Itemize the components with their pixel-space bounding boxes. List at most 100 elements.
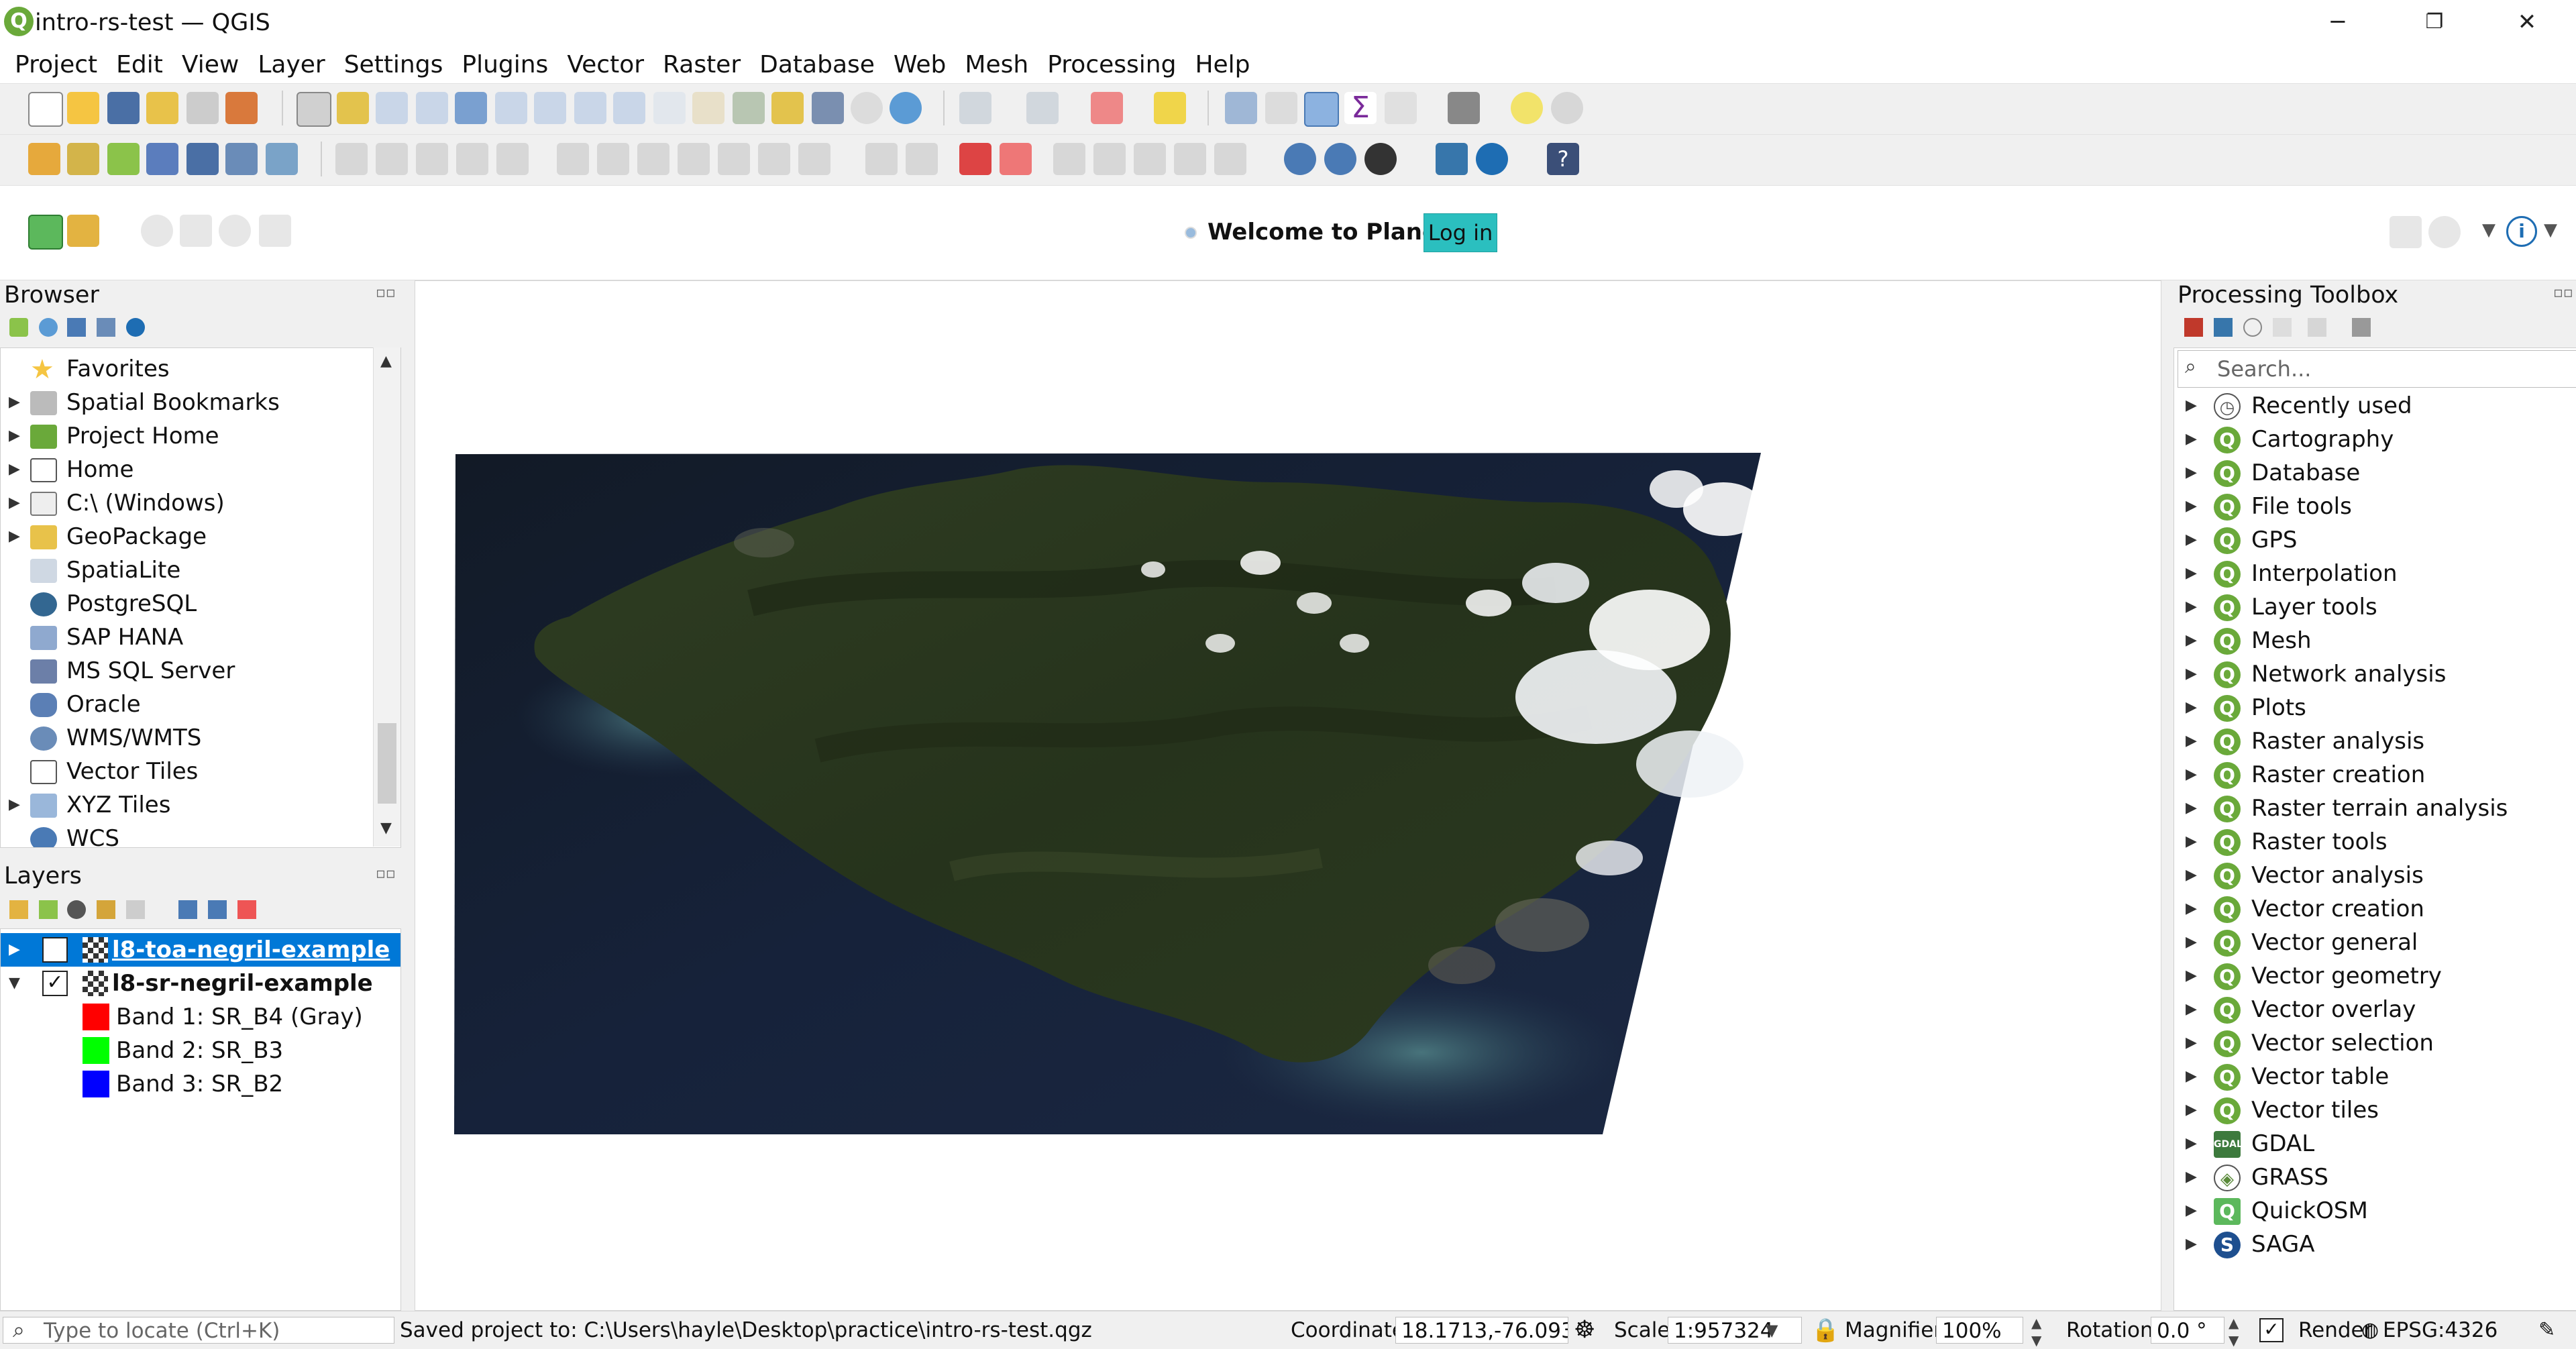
zoom-next-icon[interactable] (653, 92, 686, 124)
add-wms-icon[interactable] (186, 143, 219, 175)
vertex-tool-icon[interactable] (496, 143, 529, 175)
browser-scrollbar[interactable]: ▲ ▼ (373, 347, 400, 847)
redo-icon[interactable] (798, 143, 830, 175)
browser-item-c-drive[interactable]: ▶ C:\ (Windows) (1, 486, 374, 520)
algorithm-group-vector-table[interactable]: ▶ Q Vector table (2178, 1060, 2576, 1093)
menu-settings[interactable]: Settings (344, 51, 443, 78)
algorithm-group-vector-analysis[interactable]: ▶ Q Vector analysis (2178, 859, 2576, 892)
browser-item-oracle[interactable]: Oracle (1, 688, 374, 721)
expand-icon[interactable]: ▶ (2186, 926, 2197, 959)
browser-item-project-home[interactable]: ▶ Project Home (1, 419, 374, 453)
expand-icon[interactable]: ▶ (2186, 1060, 2197, 1093)
open-project-icon[interactable] (67, 92, 99, 124)
planet-basemap-icon[interactable] (180, 215, 212, 247)
info-icon[interactable]: i (2506, 216, 2537, 247)
algorithm-group-network-analysis[interactable]: ▶ Q Network analysis (2178, 657, 2576, 691)
browser-item-geopackage[interactable]: ▶ GeoPackage (1, 520, 374, 553)
layer-item-l8-sr[interactable]: ▼ ✓ l8-sr-negril-example (1, 967, 400, 1000)
coordinate-field[interactable]: 18.1713,-76.0937 (1395, 1317, 1568, 1344)
collapse-all-icon[interactable] (97, 318, 115, 337)
panel-float-close-icon[interactable]: ▫▫ (376, 284, 396, 301)
planet-tasking-icon[interactable] (259, 215, 291, 247)
algorithm-group-vector-geometry[interactable]: ▶ Q Vector geometry (2178, 959, 2576, 993)
lock-scale-icon[interactable]: 🔒 (1811, 1311, 1839, 1349)
select-location-icon[interactable] (1154, 92, 1186, 124)
algorithm-group-raster-tools[interactable]: ▶ Q Raster tools (2178, 825, 2576, 859)
map-tips-icon[interactable] (1511, 92, 1543, 124)
chevron-down-icon[interactable]: ▼ (2482, 220, 2496, 240)
collapse-all-icon[interactable] (208, 900, 227, 919)
panel-float-close-icon[interactable]: ▫▫ (2553, 284, 2573, 301)
expand-icon[interactable]: ▶ (2186, 1026, 2197, 1060)
add-raster-icon[interactable] (225, 143, 258, 175)
expand-icon[interactable]: ▶ (9, 386, 20, 419)
layer-visibility-checkbox[interactable]: ✓ (42, 971, 68, 996)
new-print-layout-icon[interactable] (146, 92, 178, 124)
save-edits-icon[interactable] (416, 143, 448, 175)
expand-icon[interactable]: ▶ (2186, 691, 2197, 724)
expand-icon[interactable]: ▶ (9, 933, 20, 967)
chevron-down-icon[interactable]: ▼ (1766, 1311, 1778, 1349)
refresh-icon[interactable] (39, 318, 58, 337)
close-button[interactable]: ✕ (2490, 0, 2564, 46)
style-panel-icon[interactable] (9, 900, 28, 919)
expand-icon[interactable]: ▶ (2186, 1127, 2197, 1161)
expand-icon[interactable]: ▶ (2186, 624, 2197, 657)
results-viewer-icon[interactable] (2273, 318, 2292, 337)
algorithm-group-layer-tools[interactable]: ▶ Q Layer tools (2178, 590, 2576, 624)
add-group-icon[interactable] (39, 900, 58, 919)
menu-database[interactable]: Database (759, 51, 875, 78)
expand-icon[interactable]: ▶ (2186, 1228, 2197, 1261)
expand-icon[interactable]: ▶ (9, 419, 20, 453)
chevron-down-icon[interactable]: ▼ (2544, 220, 2557, 240)
expand-icon[interactable]: ▶ (2186, 724, 2197, 758)
menu-raster[interactable]: Raster (663, 51, 741, 78)
show-bookmarks-icon[interactable] (812, 92, 844, 124)
expand-icon[interactable]: ▶ (9, 788, 20, 822)
browser-item-sap-hana[interactable]: SAP HANA (1, 620, 374, 654)
attribute-table-icon[interactable] (1265, 92, 1297, 124)
rotate-label-icon[interactable] (1174, 143, 1206, 175)
browser-item-mssql[interactable]: MS SQL Server (1, 654, 374, 688)
browser-item-wms-wmts[interactable]: WMS/WMTS (1, 721, 374, 755)
layer-visibility-checkbox[interactable]: ✓ (42, 937, 68, 963)
processing-search-input[interactable]: ⌕ Search... (2178, 350, 2576, 388)
remove-layer-icon[interactable] (237, 900, 256, 919)
expand-icon[interactable]: ▶ (2186, 1161, 2197, 1194)
expand-icon[interactable]: ▶ (9, 486, 20, 520)
algorithm-provider-saga[interactable]: ▶ S SAGA (2178, 1228, 2576, 1261)
scripts-icon[interactable] (2214, 318, 2233, 337)
metasearch-icon[interactable] (1284, 143, 1316, 175)
menu-help[interactable]: Help (1195, 51, 1250, 78)
expand-icon[interactable]: ▶ (2186, 892, 2197, 926)
history-icon[interactable] (2243, 318, 2262, 337)
modify-attributes-icon[interactable] (557, 143, 589, 175)
browser-item-vector-tiles[interactable]: Vector Tiles (1, 755, 374, 788)
select-features-icon[interactable] (959, 92, 991, 124)
expand-icon[interactable]: ▶ (2186, 389, 2197, 423)
zoom-layer-icon[interactable] (534, 92, 566, 124)
copy-features-icon[interactable] (678, 143, 710, 175)
digitize-icon[interactable] (146, 143, 178, 175)
paste-features-icon[interactable] (718, 143, 750, 175)
add-layer-icon[interactable] (28, 143, 60, 175)
algorithm-provider-gdal[interactable]: ▶ GDAL GDAL (2178, 1127, 2576, 1161)
algorithm-group-cartography[interactable]: ▶ Q Cartography (2178, 423, 2576, 456)
expand-icon[interactable]: ▶ (9, 520, 20, 553)
expand-icon[interactable]: ▶ (2186, 1093, 2197, 1127)
style-manager-icon[interactable] (225, 92, 258, 124)
help-icon[interactable]: ? (1547, 143, 1579, 175)
zoom-full-icon[interactable] (455, 92, 487, 124)
locator-search-input[interactable]: ⌕ Type to locate (Ctrl+K) (3, 1317, 394, 1344)
filter-expression-icon[interactable] (126, 900, 145, 919)
rotation-spinbox[interactable]: 0.0 ° (2151, 1317, 2224, 1344)
expand-icon[interactable]: ▶ (2186, 523, 2197, 557)
refresh-icon[interactable] (890, 92, 922, 124)
python-console-icon[interactable] (1436, 143, 1468, 175)
menu-web[interactable]: Web (894, 51, 947, 78)
show-hide-labels-icon[interactable] (1093, 143, 1126, 175)
algorithm-group-database[interactable]: ▶ Q Database (2178, 456, 2576, 490)
add-vector-icon[interactable] (107, 143, 140, 175)
undo-icon[interactable] (758, 143, 790, 175)
pan-to-selection-icon[interactable] (337, 92, 369, 124)
